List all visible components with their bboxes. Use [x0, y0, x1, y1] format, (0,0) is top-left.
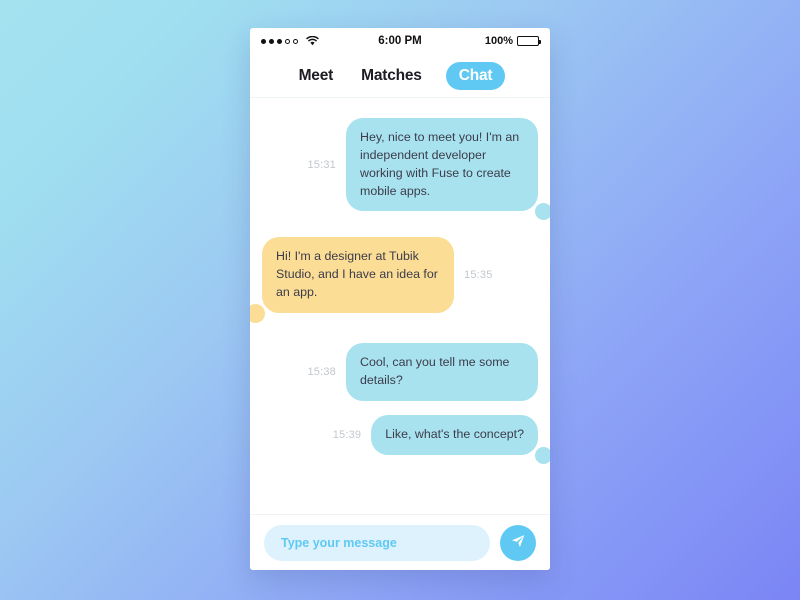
message-bubble[interactable]: Hey, nice to meet you! I'm an independen… [346, 118, 550, 221]
tab-chat[interactable]: Chat [445, 61, 506, 90]
message-input[interactable] [264, 524, 490, 561]
bubble-tail-large-icon [535, 203, 550, 221]
send-button[interactable] [500, 524, 536, 561]
signal-dot-3 [277, 38, 282, 44]
message-timestamp: 15:39 [332, 428, 362, 441]
signal-dot-2 [269, 38, 274, 44]
paper-plane-icon [510, 533, 526, 552]
signal-strength [261, 36, 319, 46]
tab-meet[interactable]: Meet [295, 62, 338, 90]
message-bubble[interactable]: Like, what's the concept? [371, 414, 550, 464]
battery-percent-label: 100% [484, 35, 513, 47]
message-timestamp: 15:31 [307, 158, 336, 171]
chat-message-list[interactable]: 15:31 Hey, nice to meet you! I'm an inde… [250, 98, 550, 514]
message-bubble[interactable]: Cool, can you tell me some details? [346, 343, 538, 401]
tab-matches[interactable]: Matches [357, 62, 426, 90]
status-bar: 6:00 PM 100% [250, 28, 550, 54]
battery-status: 100% [484, 35, 541, 47]
message-row: 15:38 Cool, can you tell me some details… [250, 343, 550, 401]
wifi-icon [306, 36, 319, 46]
message-input-bar [250, 514, 550, 570]
signal-dot-4 [285, 38, 290, 44]
message-row: 15:39 Like, what's the concept? [250, 414, 550, 464]
nav-tabs: Meet Matches Chat [250, 54, 550, 98]
message-bubble[interactable]: Hi! I'm a designer at Tubik Studio, and … [250, 237, 454, 324]
message-row: Hi! I'm a designer at Tubik Studio, and … [250, 237, 550, 324]
signal-dot-5 [293, 38, 298, 44]
bubble-tail-large-icon [535, 446, 550, 464]
phone-mockup: 6:00 PM 100% Meet Matches Chat 15:31 Hey… [250, 28, 550, 570]
message-timestamp: 15:35 [464, 269, 493, 282]
bubble-tail-large-icon [250, 304, 265, 324]
message-row: 15:31 Hey, nice to meet you! I'm an inde… [250, 118, 550, 221]
message-timestamp: 15:38 [307, 365, 336, 378]
signal-dot-1 [261, 38, 266, 44]
battery-icon [517, 36, 541, 46]
